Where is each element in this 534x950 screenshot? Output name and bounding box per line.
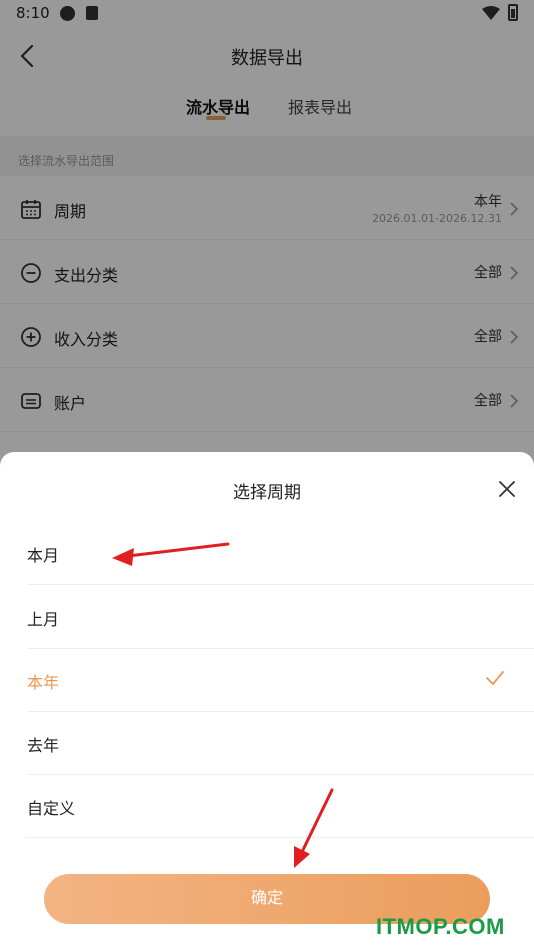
option-last-year[interactable]: 去年 [27, 712, 534, 775]
option-label: 去年 [27, 736, 60, 755]
checkmark-icon [486, 671, 504, 685]
option-custom[interactable]: 自定义 [27, 775, 534, 838]
option-this-month[interactable]: 本月 [27, 522, 534, 585]
option-label: 自定义 [27, 799, 76, 818]
option-this-year[interactable]: 本年 [27, 649, 534, 712]
close-icon[interactable] [496, 478, 518, 500]
sheet-title: 选择周期 [233, 483, 301, 503]
option-label: 本月 [27, 546, 60, 565]
option-label: 上月 [27, 610, 60, 629]
option-label: 本年 [27, 673, 60, 692]
watermark-logo: ITMOP.COM [376, 914, 505, 939]
option-last-month[interactable]: 上月 [27, 586, 534, 649]
period-picker-sheet: 选择周期 本月 上月 本年 去年 自定义 确定 [0, 452, 534, 950]
